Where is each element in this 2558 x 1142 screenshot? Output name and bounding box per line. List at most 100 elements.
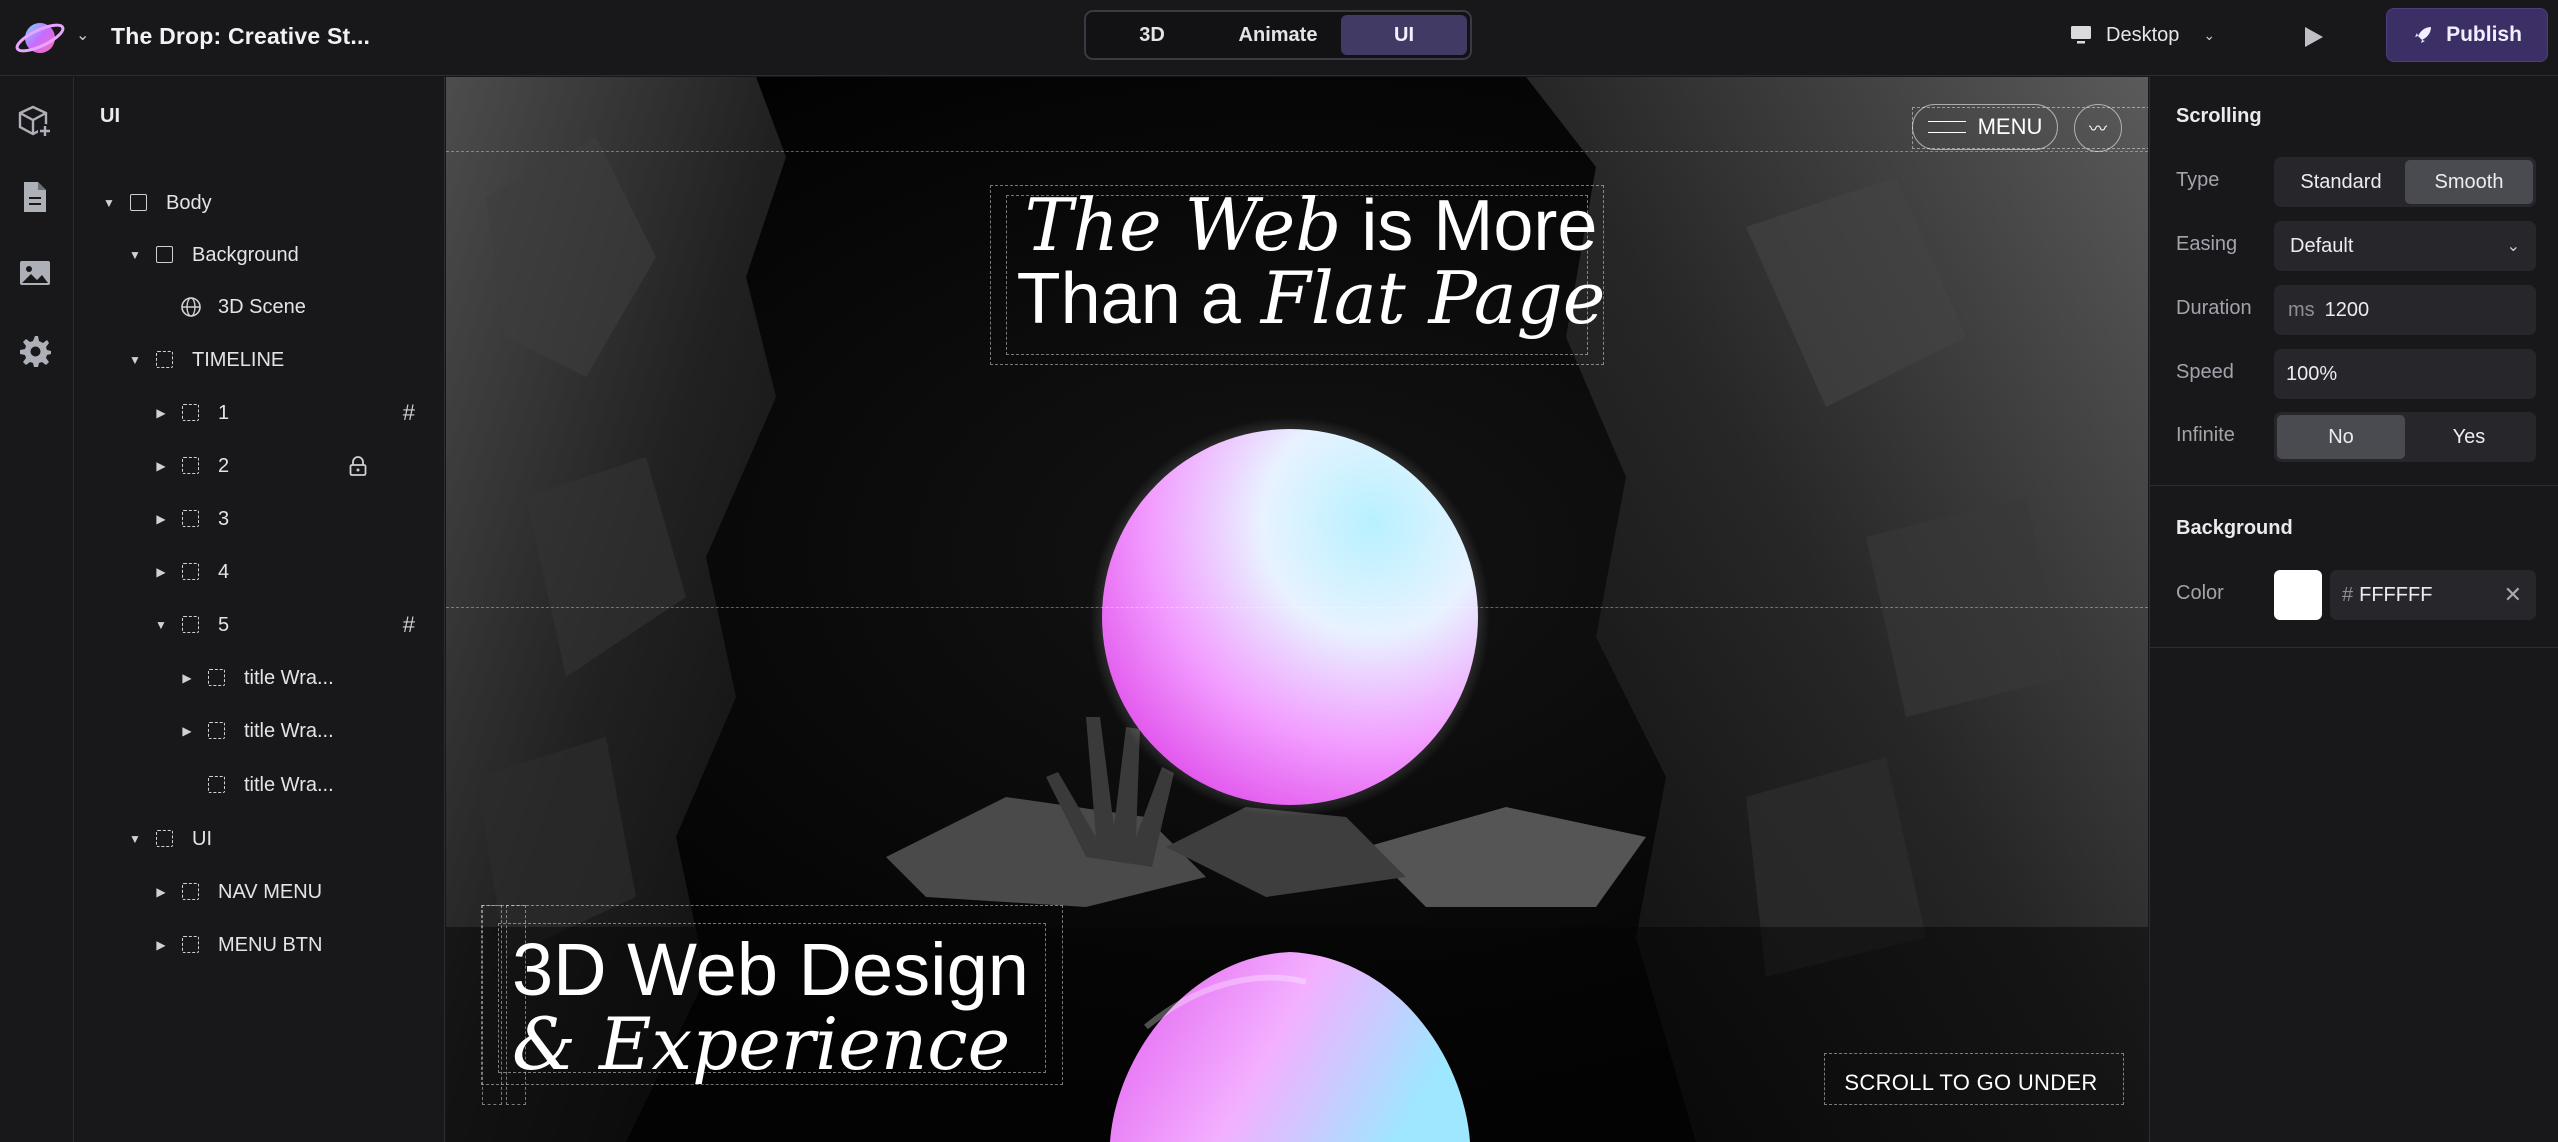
gear-icon[interactable] <box>17 333 53 369</box>
caret-down-icon[interactable]: ▼ <box>102 196 116 210</box>
infinite-yes[interactable]: Yes <box>2405 415 2533 459</box>
scroll-type-toggle: Standard Smooth <box>2274 157 2536 207</box>
infinite-no[interactable]: No <box>2277 415 2405 459</box>
speed-label: Speed <box>2176 361 2234 383</box>
dashed-frame-icon <box>154 828 176 850</box>
design-canvas[interactable]: The Web is More Than a Flat Page 3D Web … <box>446 77 2148 1142</box>
clear-icon[interactable]: ✕ <box>2504 582 2522 608</box>
layer-row-body[interactable]: ▼ Body <box>75 183 445 223</box>
layer-label: 1 <box>218 401 230 424</box>
sound-wave-button[interactable]: 〰 <box>2074 104 2122 152</box>
lock-icon[interactable] <box>347 455 369 477</box>
globe-icon <box>181 297 201 317</box>
caret-right-icon[interactable]: ▶ <box>154 512 168 526</box>
layer-row-3[interactable]: ▶ 3 <box>75 499 445 539</box>
layer-row-title-wrapper[interactable]: ▶ title Wra... <box>75 711 445 751</box>
caret-right-icon[interactable]: ▶ <box>154 565 168 579</box>
dashed-frame-icon <box>180 508 202 530</box>
infinite-label: Infinite <box>2176 424 2235 446</box>
speed-value: 100% <box>2286 362 2338 385</box>
scroll-hint[interactable]: SCROLL TO GO UNDER <box>1840 1061 2102 1105</box>
caret-down-icon[interactable]: ▼ <box>128 353 142 367</box>
add-object-icon[interactable] <box>17 103 53 139</box>
device-selector[interactable]: Desktop ⌄ <box>2070 20 2215 50</box>
layer-label: MENU BTN <box>218 933 323 956</box>
caret-right-icon[interactable]: ▶ <box>154 406 168 420</box>
caret-down-icon[interactable]: ▼ <box>128 832 142 846</box>
scrolling-section-title: Scrolling <box>2176 105 2262 127</box>
caret-down-icon[interactable]: ▼ <box>128 248 142 262</box>
duration-input[interactable]: ms 1200 <box>2274 285 2536 335</box>
layer-label: UI <box>192 827 212 850</box>
planet-logo-icon[interactable] <box>14 12 70 62</box>
background-section-title: Background <box>2176 517 2293 539</box>
mode-tab-3d[interactable]: 3D <box>1089 15 1215 55</box>
menu-button[interactable]: MENU <box>1912 104 2058 150</box>
layer-row-timeline[interactable]: ▼ TIMELINE <box>75 340 445 380</box>
publish-button[interactable]: Publish <box>2386 8 2548 62</box>
guide-line <box>446 607 2148 608</box>
duration-label: Duration <box>2176 297 2252 319</box>
layer-row-2[interactable]: ▶ 2 <box>75 446 445 486</box>
caret-right-icon[interactable]: ▶ <box>180 724 194 738</box>
layer-label: 2 <box>218 454 230 477</box>
color-swatch[interactable] <box>2274 570 2322 620</box>
scroll-type-smooth[interactable]: Smooth <box>2405 160 2533 204</box>
hash-icon[interactable]: # <box>403 400 415 426</box>
scroll-type-standard[interactable]: Standard <box>2277 160 2405 204</box>
layer-row-5[interactable]: ▼ 5 # <box>75 605 445 645</box>
easing-label: Easing <box>2176 233 2238 255</box>
layer-label: 4 <box>218 560 230 583</box>
hero-line2-start: Than a <box>1016 259 1261 339</box>
wave-icon: 〰 <box>2089 119 2107 139</box>
easing-select[interactable]: Default ⌄ <box>2274 221 2536 271</box>
desktop-icon <box>2071 26 2091 44</box>
layer-label: Background <box>192 243 299 266</box>
mode-tab-ui[interactable]: UI <box>1341 15 1467 55</box>
publish-label: Publish <box>2446 23 2522 46</box>
layer-row-background[interactable]: ▼ Background <box>75 235 445 275</box>
chevron-down-icon[interactable]: ⌄ <box>76 24 92 48</box>
caret-down-icon[interactable]: ▼ <box>154 618 168 632</box>
chevron-down-icon: ⌄ <box>2203 26 2216 43</box>
image-icon[interactable] <box>17 255 53 291</box>
page-icon[interactable] <box>17 179 53 215</box>
layer-row-nav-menu[interactable]: ▶ NAV MENU <box>75 872 445 912</box>
hero-line1-italic: The Web <box>1024 183 1342 267</box>
section-divider <box>2150 485 2558 486</box>
color-hex-input[interactable]: # FFFFFF ✕ <box>2330 570 2536 620</box>
hero-line1-rest: is More <box>1341 186 1598 266</box>
layer-row-title-wrapper[interactable]: title Wra... <box>75 765 445 805</box>
speed-input[interactable]: 100% <box>2274 349 2536 399</box>
layer-row-3d-scene[interactable]: 3D Scene <box>75 287 445 327</box>
layer-row-menu-btn[interactable]: ▶ MENU BTN <box>75 925 445 965</box>
play-icon[interactable] <box>2296 20 2330 54</box>
color-hex-value: FFFFFF <box>2359 583 2433 606</box>
caret-right-icon[interactable]: ▶ <box>180 671 194 685</box>
dashed-frame-icon <box>180 934 202 956</box>
layer-row-ui[interactable]: ▼ UI <box>75 819 445 859</box>
section-title[interactable]: 3D Web Design & Experience <box>512 932 1052 1086</box>
layer-label: 3D Scene <box>218 295 306 318</box>
project-title[interactable]: The Drop: Creative St... <box>111 20 370 52</box>
menu-label: MENU <box>1977 114 2043 139</box>
type-label: Type <box>2176 169 2220 191</box>
layer-label: Body <box>166 191 212 214</box>
dashed-frame-icon <box>206 720 228 742</box>
dashed-frame-icon <box>206 774 228 796</box>
section-title-line2: & Experience <box>512 1002 1011 1086</box>
caret-right-icon[interactable]: ▶ <box>154 938 168 952</box>
hero-title[interactable]: The Web is More Than a Flat Page <box>1011 189 1611 335</box>
layers-panel: UI ▼ Body ▼ Background 3D Scene ▼ TIMELI… <box>75 77 445 1142</box>
device-label: Desktop <box>2106 23 2180 46</box>
selection-outline <box>482 905 502 1105</box>
mode-tab-animate[interactable]: Animate <box>1215 15 1341 55</box>
layer-row-title-wrapper[interactable]: ▶ title Wra... <box>75 658 445 698</box>
dashed-frame-icon <box>154 349 176 371</box>
top-bar: ⌄ The Drop: Creative St... 3D Animate UI… <box>0 0 2558 76</box>
hash-icon[interactable]: # <box>403 612 415 638</box>
caret-right-icon[interactable]: ▶ <box>154 459 168 473</box>
layer-row-4[interactable]: ▶ 4 <box>75 552 445 592</box>
layer-row-1[interactable]: ▶ 1 # <box>75 393 445 433</box>
caret-right-icon[interactable]: ▶ <box>154 885 168 899</box>
